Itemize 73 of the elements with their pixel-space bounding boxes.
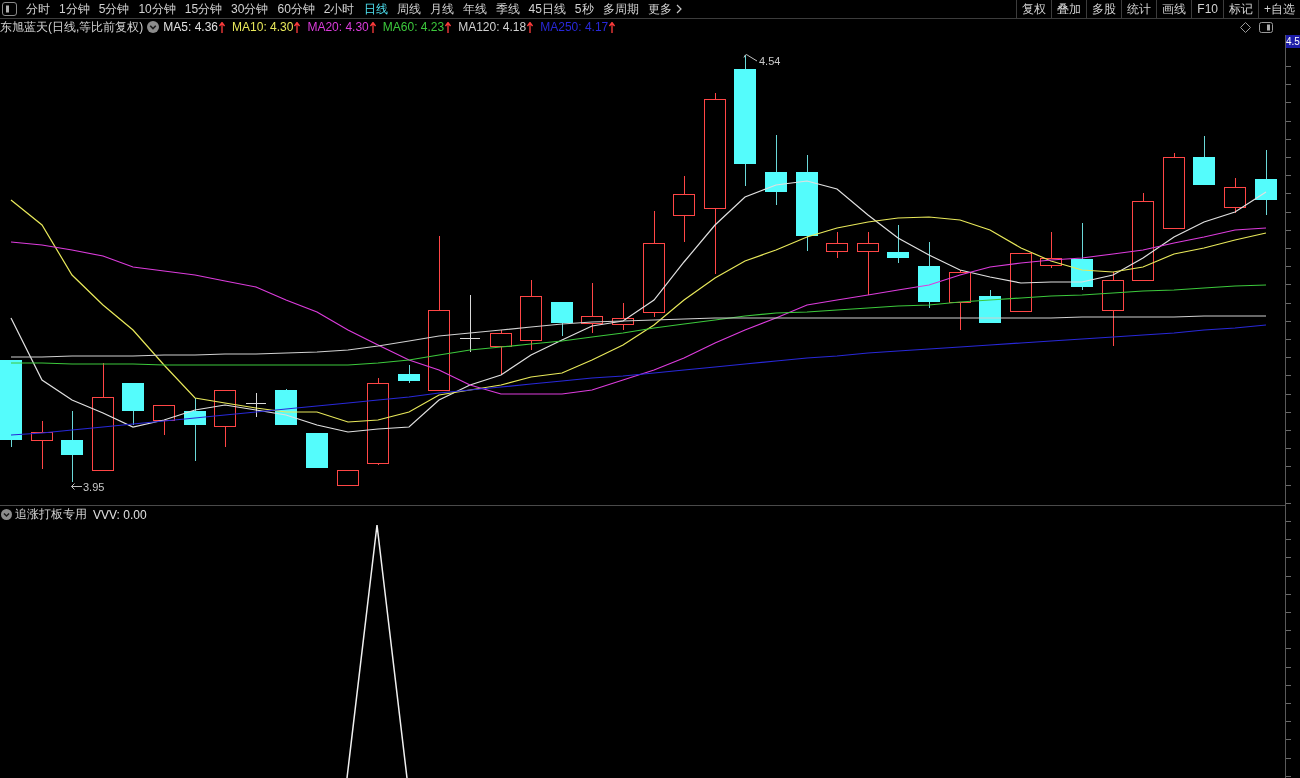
- period-tab[interactable]: 5秒: [574, 0, 594, 18]
- diamond-icon[interactable]: [1240, 21, 1251, 33]
- candlestick: [1010, 252, 1032, 312]
- moving-average-reading: MA250: 4.17: [540, 20, 609, 34]
- candlestick: [918, 241, 940, 309]
- period-tab[interactable]: 30分钟: [231, 0, 269, 18]
- leader-arrow: [71, 483, 83, 490]
- toolbar-button[interactable]: F10: [1191, 0, 1223, 18]
- more-button[interactable]: 更多: [647, 0, 682, 18]
- candlestick: [1193, 135, 1215, 186]
- candlestick: [337, 469, 359, 486]
- candlestick: [184, 397, 206, 462]
- candlestick: [520, 279, 542, 351]
- moving-average-reading: MA60: 4.23: [382, 20, 445, 34]
- candlestick: [398, 364, 420, 384]
- stock-title: 东旭蓝天(日线,等比前复权): [0, 18, 144, 36]
- candlestick: [306, 432, 328, 469]
- candlestick: [765, 134, 787, 206]
- period-tab[interactable]: 2小时: [323, 0, 355, 18]
- moving-average-reading: MA20: 4.30: [307, 20, 369, 34]
- candlestick: [826, 231, 848, 259]
- toolbar-button[interactable]: 复权: [1016, 0, 1052, 18]
- moving-average-reading: MA10: 4.30: [232, 20, 294, 34]
- candlestick: [857, 231, 879, 296]
- period-tab[interactable]: 60分钟: [277, 0, 315, 18]
- chevron-down-circle-icon[interactable]: [147, 21, 160, 33]
- candlestick: [1224, 177, 1246, 214]
- doji-candlestick: [459, 294, 481, 353]
- chevron-right-icon: [675, 4, 682, 14]
- moving-average-reading: MA5: 4.36: [163, 20, 219, 34]
- toolbar-button[interactable]: 叠加: [1051, 0, 1087, 18]
- candlestick: [581, 282, 603, 334]
- candlestick: [31, 420, 53, 470]
- candlestick: [673, 175, 695, 243]
- period-tab[interactable]: 季线: [495, 0, 520, 18]
- period-tab[interactable]: 分时: [26, 0, 50, 18]
- period-tab[interactable]: 多周期: [602, 0, 639, 18]
- panel-toggle-icon[interactable]: [1259, 21, 1273, 33]
- period-tab[interactable]: 5分钟: [98, 0, 130, 18]
- indicator-reading: VVV: 0.00: [93, 507, 147, 522]
- candlestick: [551, 301, 573, 337]
- period-tab[interactable]: 周线: [396, 0, 421, 18]
- period-tab[interactable]: 45日线: [528, 0, 566, 18]
- period-tab[interactable]: 年线: [462, 0, 487, 18]
- period-tab[interactable]: 日线: [363, 0, 388, 18]
- candlestick: [1071, 222, 1093, 291]
- panel-toggle-icon[interactable]: [2, 2, 17, 16]
- doji-candlestick: [245, 392, 267, 418]
- period-tab[interactable]: 1分钟: [59, 0, 90, 18]
- toolbar-button[interactable]: 多股: [1086, 0, 1122, 18]
- toolbar-button[interactable]: 标记: [1223, 0, 1258, 18]
- high-price-label: 4.54: [759, 55, 781, 67]
- toolbar-button[interactable]: 画线: [1156, 0, 1192, 18]
- indicator-title: 追涨打板专用: [15, 506, 87, 523]
- low-price-label: 3.95: [83, 481, 105, 493]
- candlestick: [153, 404, 175, 436]
- candlestick: [122, 382, 144, 426]
- toolbar-button[interactable]: +自选: [1258, 0, 1300, 18]
- candlestick: [1255, 149, 1277, 216]
- candlestick: [887, 224, 909, 264]
- candlestick: [949, 269, 971, 331]
- period-tab[interactable]: 15分钟: [184, 0, 223, 18]
- candlestick: [490, 329, 512, 376]
- chevron-down-circle-icon[interactable]: [1, 509, 12, 520]
- toolbar-button[interactable]: 统计: [1121, 0, 1157, 18]
- price-axis-label: 4.5: [1286, 35, 1300, 48]
- period-tab[interactable]: 月线: [429, 0, 454, 18]
- moving-average-reading: MA120: 4.18: [458, 20, 527, 34]
- candlestick: [1040, 231, 1062, 269]
- period-tab[interactable]: 10分钟: [138, 0, 176, 18]
- leader-line: [743, 54, 758, 62]
- candlestick: [612, 302, 634, 331]
- candlestick: [214, 389, 236, 448]
